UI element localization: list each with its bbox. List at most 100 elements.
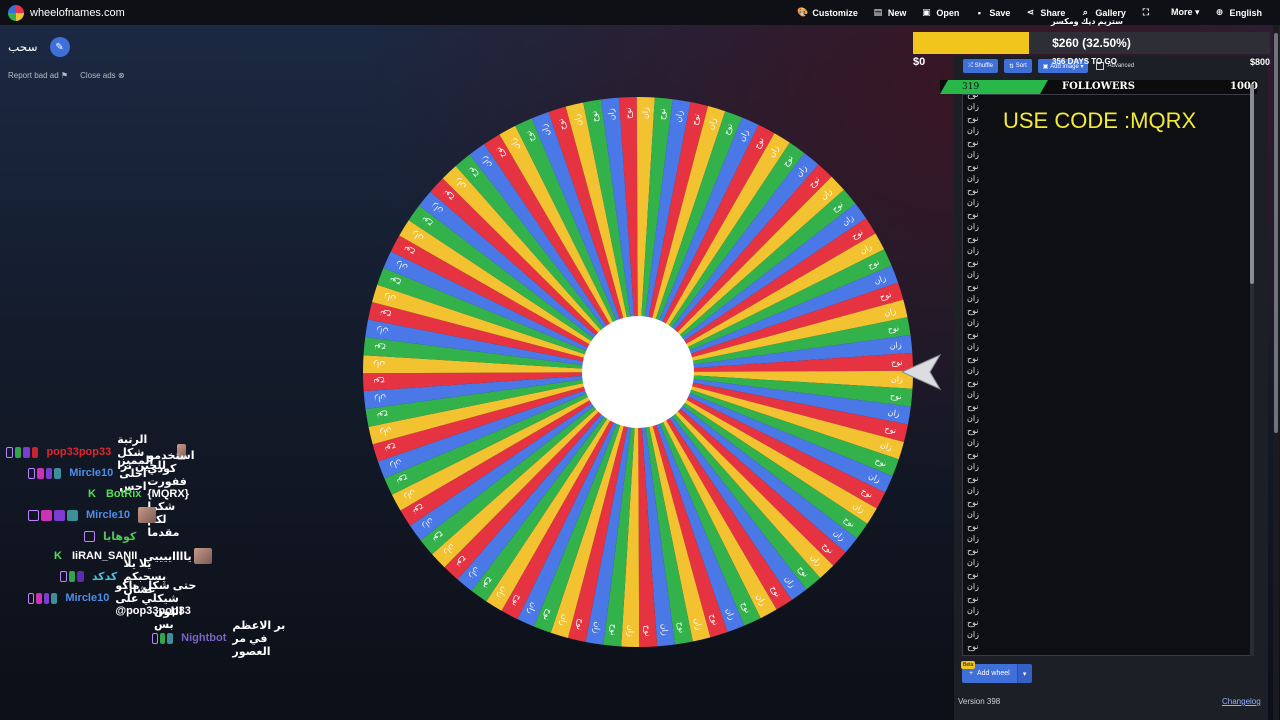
chat-username[interactable]: Mircle10 [86, 509, 130, 521]
save-icon: ▪ [977, 7, 981, 18]
chat-badge-icon [41, 509, 52, 521]
entry-item: نوح [967, 114, 979, 123]
fullscreen-icon: ⛶ [1142, 7, 1150, 17]
entry-item: زان [967, 558, 979, 567]
nav-label: Share [1040, 7, 1066, 18]
nav-globe[interactable]: ⊕ English [1214, 7, 1262, 18]
shuffle-button[interactable]: ⤮ Shuffle [963, 59, 999, 73]
chat-badge-icon [43, 592, 50, 604]
entry-item: نوح [967, 378, 979, 387]
chat-badge-icon [35, 592, 42, 604]
entry-item: زان [967, 174, 979, 183]
chat-badge-icon [36, 467, 44, 479]
code-overlay: USE CODE :MQRX [1003, 108, 1197, 133]
entry-item: نوح [967, 498, 979, 507]
entry-item: نوح [967, 642, 979, 651]
wheel-segment-label: زان [374, 393, 387, 403]
chat-badge-icon [167, 632, 174, 644]
chat-username[interactable]: BotRix [106, 488, 141, 500]
wheel-segment-label: نوح [657, 108, 667, 120]
wheel-center[interactable] [582, 316, 694, 428]
globe-icon: ⊕ [1215, 7, 1224, 17]
entry-item: نوح [967, 306, 979, 315]
entry-item: زان [967, 102, 979, 111]
goal-amount: $260 (32.50%) [1052, 36, 1131, 50]
entries-scrollbar[interactable] [1250, 84, 1254, 656]
entry-item: زان [967, 438, 979, 447]
nav-palette[interactable]: 🎨 Customize [797, 7, 858, 18]
wheel[interactable]: نوح زان نوح زان نوح زان نوح زان نوح زان نوح زان نوح ز… [362, 96, 914, 648]
chat-username[interactable]: كوهايا [103, 530, 136, 543]
entry-item: زان [967, 294, 979, 303]
chat-badge-icon [60, 570, 67, 582]
entry-item: زان [967, 246, 979, 255]
wheel-segment-label: زان [373, 360, 385, 369]
close-ads-link[interactable]: Close ads ⊗ [80, 71, 125, 80]
chat-badge-icon [77, 570, 84, 582]
shuffle-label: Shuffle [974, 63, 994, 69]
report-ad-link[interactable]: Report bad ad ⚑ [8, 71, 68, 80]
palette-icon: 🎨 [797, 7, 809, 17]
entry-item: زان [967, 534, 979, 543]
followers-current: 319 [962, 82, 980, 92]
wheel-segment-label: زان [606, 108, 616, 121]
chat-username[interactable]: pop33pop33 [46, 446, 111, 458]
page-scroll-thumb[interactable] [1274, 33, 1278, 433]
entry-item: نوح [967, 474, 979, 483]
entry-item: نوح [967, 186, 979, 195]
chat-username[interactable]: Nightbot [181, 632, 226, 644]
entry-item: زان [967, 318, 979, 327]
entry-item: زان [967, 126, 979, 135]
nav-new-file[interactable]: ▤ New [873, 7, 907, 18]
emote-image [193, 548, 212, 564]
logo-icon [8, 4, 24, 21]
chat-badge-icon [84, 530, 95, 542]
entry-item: نوح [967, 258, 979, 267]
wheel-segment-label: زان [626, 625, 635, 637]
sort-button[interactable]: ⇅ Sort [1004, 59, 1032, 73]
nav-more[interactable]: More ▾ [1171, 7, 1200, 18]
chat-username[interactable]: Mircle10 [65, 592, 109, 604]
nav-label: Open [936, 7, 960, 18]
new-file-icon: ▤ [873, 7, 883, 17]
wheel-segment-label: نوح [374, 343, 386, 353]
entries-textbox[interactable]: نوح زان نوح زان نوح زان نوح زان نوح زان نوح زان نوح ز… [962, 94, 1251, 656]
wheel-segment-label: نوح [609, 624, 619, 636]
chat-message: K BotRix استخدمو كودي ففورت {MQRX} شكرا لك… [88, 450, 194, 539]
wheel-segment-label: نوح [643, 625, 652, 637]
chat-message: كوهايا [84, 527, 142, 545]
nav-label: Save [989, 7, 1011, 18]
entry-item: نوح [967, 138, 979, 147]
entry-item: زان [967, 630, 979, 639]
page-scrollbar[interactable] [1273, 25, 1279, 720]
entries-scroll-thumb[interactable] [1250, 84, 1254, 284]
chat-badge-icon [45, 467, 53, 479]
chat-username[interactable]: كدكد [92, 570, 118, 583]
entry-item: زان [967, 510, 979, 519]
nav-folder[interactable]: ▣ Open [921, 7, 959, 18]
entry-item: زان [967, 414, 979, 423]
add-wheel-dropdown[interactable]: ▾ [1016, 664, 1032, 683]
entry-item: نوح [967, 426, 979, 435]
changelog-link[interactable]: Changelog [1222, 697, 1261, 706]
wheel-pointer-icon [900, 353, 942, 391]
chat-username[interactable]: Mircle10 [69, 467, 113, 479]
edit-title-button[interactable]: ✎ [49, 37, 70, 57]
wheel-graphic[interactable]: نوح زان نوح زان نوح زان نوح زان نوح زان نوح زان نوح ز… [362, 96, 914, 648]
wheel-segment-label: نوح [589, 110, 600, 123]
entry-item: زان [967, 582, 979, 591]
entry-item: نوح [967, 450, 979, 459]
goal-days: 356 DAYS TO GO [1052, 57, 1117, 66]
entry-item: زان [967, 462, 979, 471]
nav-save[interactable]: ▪ Save [974, 7, 1011, 18]
beta-badge: Beta [961, 661, 976, 669]
wheel-title-bar: سحب ✎ [8, 37, 70, 57]
nav-fullscreen[interactable]: ⛶ [1141, 7, 1156, 18]
entry-item: نوح [967, 618, 979, 627]
chat-message: Mircle10 حتى شكل ماكو شيكلي على @pop33pop… [28, 580, 212, 617]
entry-item: نوح [967, 354, 979, 363]
entry-item: زان [967, 222, 979, 231]
nav-label: More ▾ [1170, 7, 1200, 17]
brand[interactable]: wheelofnames.com [8, 4, 125, 21]
add-wheel-label: Add wheel [976, 670, 1010, 677]
